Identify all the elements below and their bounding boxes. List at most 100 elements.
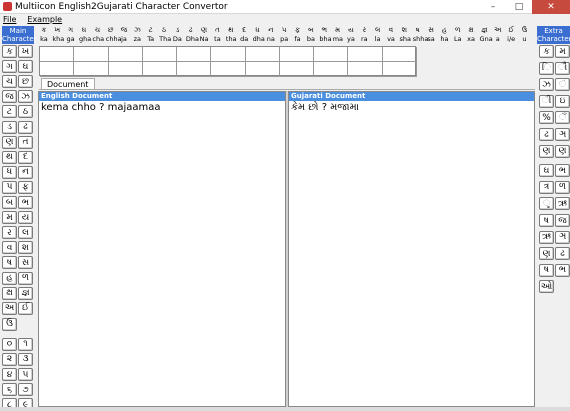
main-char-button[interactable]: ર — [2, 226, 17, 240]
main-char-button[interactable]: છ — [18, 75, 33, 89]
main-char-button[interactable]: ઈ — [18, 301, 33, 315]
extra-char-button[interactable]: ઋ — [539, 230, 554, 244]
main-char-button[interactable]: ય — [18, 211, 33, 225]
grid-cell[interactable] — [314, 47, 349, 62]
main-char-button[interactable]: ફ — [18, 180, 33, 194]
main-char-button[interactable]: અ — [2, 301, 17, 315]
extra-char-button[interactable]: ઇ — [555, 94, 570, 108]
main-char-button[interactable]: ષ — [2, 256, 17, 270]
main-char-button[interactable]: ઝ — [18, 90, 33, 104]
extra-char-button[interactable]: ષ — [539, 263, 554, 277]
digit-button[interactable]: ૬ — [2, 383, 17, 397]
extra-char-button[interactable]: ણ — [555, 144, 570, 158]
digit-button[interactable]: ૫ — [18, 368, 33, 381]
grid-cell[interactable] — [382, 47, 417, 62]
extra-char-button[interactable]: ઞ — [555, 128, 570, 141]
main-char-button[interactable]: સ — [18, 256, 33, 270]
main-char-button[interactable]: મ — [2, 211, 17, 225]
close-button[interactable]: ✕ — [532, 0, 570, 14]
main-char-button[interactable]: થ — [2, 150, 17, 164]
main-char-button[interactable]: ખ — [18, 45, 33, 58]
extra-char-button[interactable]: ત્ર — [539, 180, 554, 194]
extra-char-button[interactable]: ઋ — [555, 197, 570, 211]
extra-char-button[interactable]: િ — [539, 61, 554, 75]
english-document-text[interactable]: kema chho ? majaamaa — [39, 101, 285, 113]
extra-char-button[interactable]: ૃ — [539, 197, 554, 211]
main-char-button[interactable]: ગ — [2, 60, 17, 74]
grid-cell[interactable] — [108, 47, 143, 62]
main-char-button[interactable]: ડ — [2, 120, 17, 134]
main-char-button[interactable]: વ — [2, 241, 17, 255]
grid-cell[interactable] — [211, 62, 246, 77]
grid-cell[interactable] — [348, 47, 383, 62]
extra-char-button[interactable]: ઝ — [539, 78, 554, 92]
extra-char-button[interactable]: ઁ — [555, 111, 570, 125]
main-char-button[interactable]: લ — [18, 226, 33, 240]
digit-button[interactable]: ૭ — [18, 383, 33, 397]
main-char-button[interactable]: જ — [2, 90, 17, 104]
digit-button[interactable]: ૧ — [18, 337, 33, 351]
extra-char-button[interactable]: ઘ — [539, 164, 554, 178]
main-char-button[interactable]: બ — [2, 196, 17, 209]
grid-cell[interactable] — [74, 47, 109, 62]
grid-cell[interactable] — [142, 62, 178, 77]
main-char-button[interactable]: ઉ — [2, 317, 17, 331]
main-char-button[interactable]: ઢ — [18, 120, 33, 134]
maximize-button[interactable]: □ — [506, 0, 532, 14]
main-char-button[interactable]: ક્ષ — [2, 286, 17, 300]
main-char-button[interactable]: ઠ — [18, 105, 33, 119]
grid-cell[interactable] — [348, 62, 383, 77]
main-char-button[interactable]: શ — [18, 241, 33, 255]
extra-char-button[interactable]: ભ — [555, 164, 570, 178]
grid-cell[interactable] — [245, 47, 280, 62]
input-grid[interactable] — [39, 46, 417, 77]
minimize-button[interactable]: – — [480, 0, 506, 14]
main-char-button[interactable]: હ — [2, 271, 17, 285]
main-char-button[interactable]: ઘ — [18, 60, 33, 74]
main-char-button[interactable]: ચ — [2, 75, 17, 89]
digit-button[interactable]: ૪ — [2, 368, 17, 381]
gujarati-document-pane[interactable]: Gujarati Document કેમ છો ? મજામા — [288, 91, 535, 407]
menu-example[interactable]: Example — [27, 15, 62, 24]
digit-button[interactable]: ૨ — [2, 352, 17, 366]
grid-cell[interactable] — [74, 62, 109, 77]
digit-button[interactable]: ૦ — [2, 337, 17, 351]
main-char-button[interactable]: ક — [2, 45, 17, 58]
grid-cell[interactable] — [108, 62, 143, 77]
extra-char-button[interactable]: % — [539, 111, 554, 125]
english-document-pane[interactable]: English Document kema chho ? majaamaa — [38, 91, 286, 407]
grid-cell[interactable] — [314, 62, 349, 77]
grid-cell[interactable] — [142, 47, 178, 62]
extra-char-button[interactable]: ઞ — [555, 230, 570, 244]
extra-char-button[interactable]: ં — [555, 78, 570, 92]
grid-cell[interactable] — [40, 47, 75, 62]
extra-char-button[interactable]: ભ — [555, 263, 570, 277]
main-char-button[interactable]: ળ — [18, 271, 33, 285]
bottom-scrollbar[interactable] — [0, 407, 570, 411]
extra-char-button[interactable]: ઓ — [539, 280, 554, 294]
grid-cell[interactable] — [211, 47, 246, 62]
extra-char-button[interactable]: ષ — [539, 214, 554, 227]
main-char-button[interactable]: પ — [2, 180, 17, 194]
digit-button[interactable]: ૩ — [18, 352, 33, 366]
grid-cell[interactable] — [382, 62, 417, 77]
main-char-button[interactable]: ભ — [18, 196, 33, 209]
main-char-button[interactable]: ન — [18, 165, 33, 179]
grid-cell[interactable] — [279, 47, 315, 62]
extra-char-button[interactable]: મ — [555, 45, 570, 58]
extra-char-button[interactable]: ી — [539, 94, 554, 108]
grid-cell[interactable] — [177, 62, 212, 77]
grid-cell[interactable] — [245, 62, 280, 77]
gujarati-document-text[interactable]: કેમ છો ? મજામા — [289, 101, 534, 113]
main-char-button[interactable]: દ — [18, 150, 33, 164]
main-char-button[interactable]: ટ — [2, 105, 17, 119]
extra-char-button[interactable]: ઢ — [555, 247, 570, 261]
grid-cell[interactable] — [279, 62, 315, 77]
extra-char-button[interactable]: ણ — [539, 247, 554, 261]
main-char-button[interactable]: જ્ઞ — [18, 286, 33, 300]
main-char-button[interactable]: ત — [18, 135, 33, 149]
grid-cell[interactable] — [177, 47, 212, 62]
menu-file[interactable]: File — [3, 15, 16, 24]
grid-cell[interactable] — [40, 62, 75, 77]
extra-char-button[interactable]: જ — [555, 214, 570, 227]
